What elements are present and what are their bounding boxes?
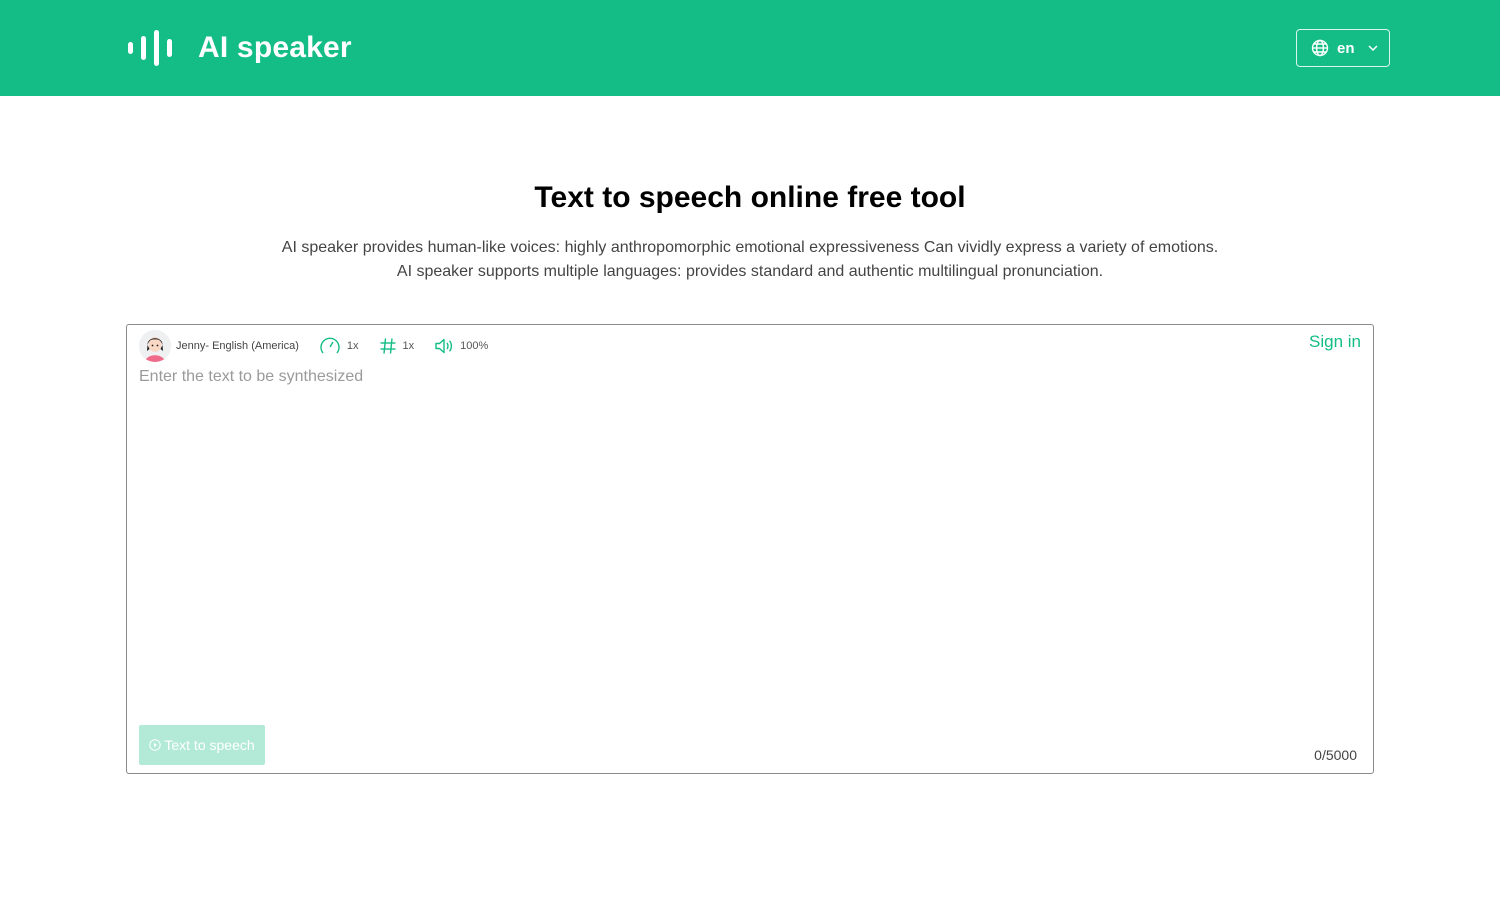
play-circle-icon bbox=[149, 739, 162, 751]
language-selector[interactable]: en bbox=[1296, 29, 1390, 67]
volume-control[interactable]: 100% bbox=[434, 337, 488, 355]
top-navigation-bar: AI speaker en bbox=[0, 0, 1500, 96]
hash-icon bbox=[380, 338, 395, 354]
volume-icon bbox=[435, 338, 453, 354]
speedometer-icon bbox=[320, 337, 340, 354]
description-line-2: AI speaker supports multiple languages: … bbox=[396, 263, 1104, 280]
globe-icon bbox=[1311, 39, 1329, 57]
voice-selector[interactable]: Jenny- English (America) bbox=[139, 330, 299, 362]
text-input[interactable] bbox=[139, 365, 1361, 715]
chevron-down-icon bbox=[1367, 45, 1378, 52]
volume-value: 100% bbox=[460, 340, 489, 352]
speed-value: 1x bbox=[346, 340, 359, 352]
pitch-value: 1x bbox=[402, 340, 415, 352]
pitch-control[interactable]: 1x bbox=[379, 337, 415, 355]
voice-avatar bbox=[139, 330, 171, 362]
text-to-speech-label: Text to speech bbox=[164, 737, 255, 753]
voice-name: Jenny- English (America) bbox=[176, 340, 299, 352]
sign-in-link[interactable]: Sign in bbox=[1309, 332, 1361, 352]
language-value: en bbox=[1337, 39, 1355, 57]
page-title: Text to speech online free tool bbox=[534, 181, 966, 214]
text-to-speech-button[interactable]: Text to speech bbox=[139, 725, 265, 765]
brand-title: AI speaker bbox=[198, 31, 352, 64]
brand[interactable]: AI speaker bbox=[128, 28, 352, 68]
audio-wave-icon bbox=[128, 30, 172, 66]
tts-editor: Jenny- English (America) 1x 1x 100% Sign… bbox=[126, 324, 1374, 774]
editor-toolbar: Jenny- English (America) 1x 1x 100% bbox=[139, 330, 488, 362]
speed-control[interactable]: 1x bbox=[319, 335, 359, 357]
character-counter: 0/5000 bbox=[1314, 747, 1357, 763]
description-line-1: AI speaker provides human-like voices: h… bbox=[281, 239, 1219, 256]
